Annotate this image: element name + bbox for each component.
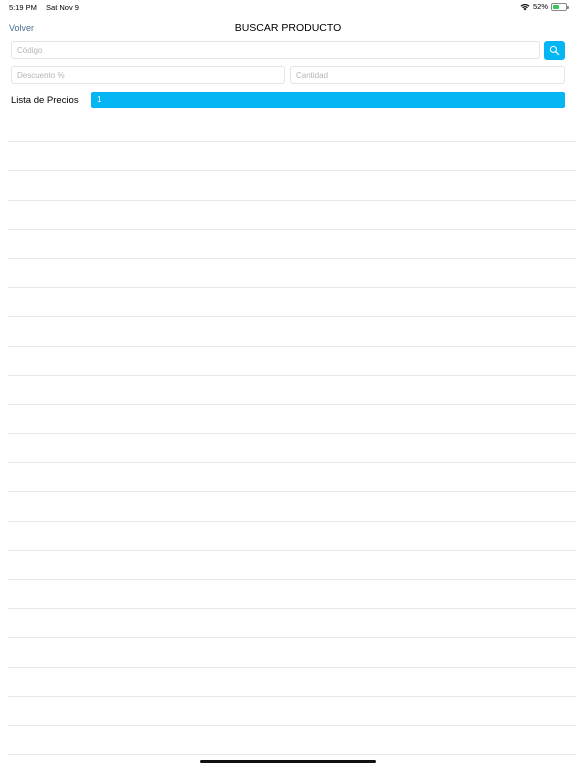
list-item[interactable] <box>8 551 576 580</box>
results-list <box>8 113 576 756</box>
list-item[interactable] <box>8 317 576 347</box>
list-item[interactable] <box>8 142 576 172</box>
battery-nub <box>567 5 569 9</box>
list-item[interactable] <box>8 434 576 464</box>
list-item[interactable] <box>8 638 576 668</box>
list-item[interactable] <box>8 609 576 639</box>
status-date: Sat Nov 9 <box>46 3 79 12</box>
nav-bar: Volver BUSCAR PRODUCTO <box>0 18 576 38</box>
list-item[interactable] <box>8 697 576 726</box>
list-item[interactable] <box>8 405 576 435</box>
descuento-input[interactable] <box>11 66 285 84</box>
price-list-label: Lista de Precios <box>11 95 79 106</box>
search-button[interactable] <box>544 41 565 60</box>
page-title: BUSCAR PRODUCTO <box>234 22 342 34</box>
list-item[interactable] <box>8 668 576 697</box>
list-item[interactable] <box>8 230 576 259</box>
search-icon <box>549 45 560 56</box>
cantidad-input[interactable] <box>290 66 565 84</box>
battery-percentage: 52% <box>532 2 548 11</box>
list-item[interactable] <box>8 580 576 610</box>
list-item[interactable] <box>8 201 576 230</box>
battery-icon <box>551 2 569 11</box>
home-indicator <box>200 760 376 763</box>
status-left: 5:19 PM Sat Nov 9 <box>9 3 86 12</box>
list-item[interactable] <box>8 522 576 551</box>
list-item[interactable] <box>8 347 576 376</box>
price-list-select[interactable]: 1 <box>91 92 565 108</box>
list-item[interactable] <box>8 376 576 405</box>
list-item[interactable] <box>8 259 576 289</box>
list-item[interactable] <box>8 463 576 493</box>
battery-fill <box>553 4 560 9</box>
list-item[interactable] <box>8 726 576 756</box>
list-item[interactable] <box>8 492 576 522</box>
status-time: 5:19 PM <box>9 3 37 12</box>
list-item[interactable] <box>8 288 576 318</box>
codigo-input[interactable] <box>11 41 540 59</box>
list-item[interactable] <box>8 113 576 143</box>
status-bar: 5:19 PM Sat Nov 9 52% <box>0 0 576 14</box>
list-item[interactable] <box>8 171 576 201</box>
status-right: 52% <box>520 2 569 11</box>
wifi-icon <box>520 3 530 10</box>
